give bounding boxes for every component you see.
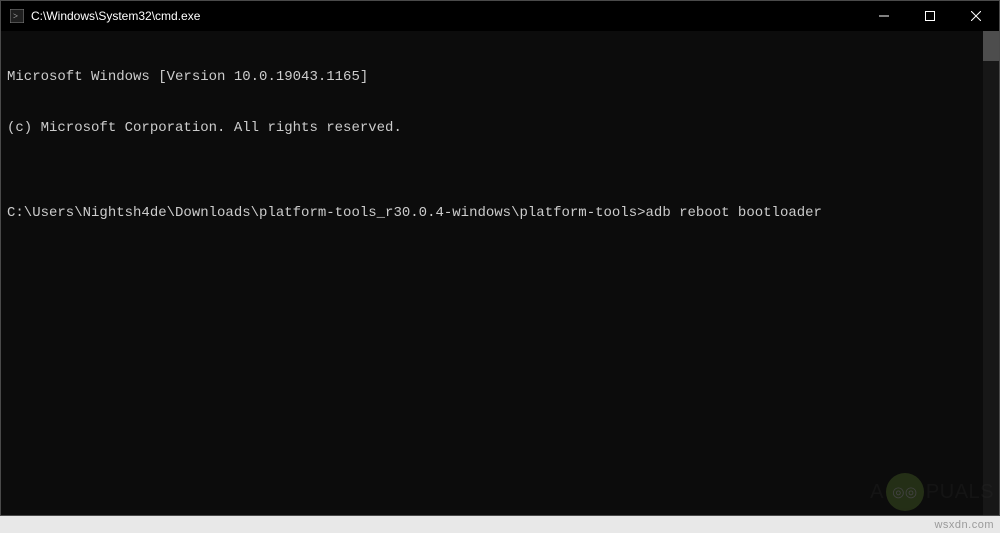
close-button[interactable] [953, 1, 999, 31]
terminal-line-version: Microsoft Windows [Version 10.0.19043.11… [7, 69, 993, 86]
terminal-line-copyright: (c) Microsoft Corporation. All rights re… [7, 120, 993, 137]
appuals-watermark: A ◎◎ PUALS [870, 473, 994, 511]
maximize-button[interactable] [907, 1, 953, 31]
titlebar[interactable]: > C:\Windows\System32\cmd.exe [1, 1, 999, 31]
terminal-output[interactable]: Microsoft Windows [Version 10.0.19043.11… [1, 31, 999, 515]
window-controls [861, 1, 999, 31]
watermark-text-left: A [870, 481, 884, 504]
scrollbar-thumb[interactable] [983, 31, 999, 61]
terminal-prompt-line: C:\Users\Nightsh4de\Downloads\platform-t… [7, 205, 993, 222]
watermark-logo-icon: ◎◎ [886, 473, 924, 511]
vertical-scrollbar[interactable] [983, 31, 999, 515]
prompt-path: C:\Users\Nightsh4de\Downloads\platform-t… [7, 205, 646, 221]
watermark-text-right: PUALS [926, 481, 994, 504]
typed-command: adb reboot bootloader [646, 205, 822, 221]
site-watermark: wsxdn.com [934, 519, 994, 531]
cmd-window: > C:\Windows\System32\cmd.exe Microsoft … [0, 0, 1000, 516]
minimize-button[interactable] [861, 1, 907, 31]
cmd-icon: > [9, 8, 25, 24]
window-title: C:\Windows\System32\cmd.exe [31, 9, 861, 23]
svg-text:>: > [13, 11, 18, 21]
